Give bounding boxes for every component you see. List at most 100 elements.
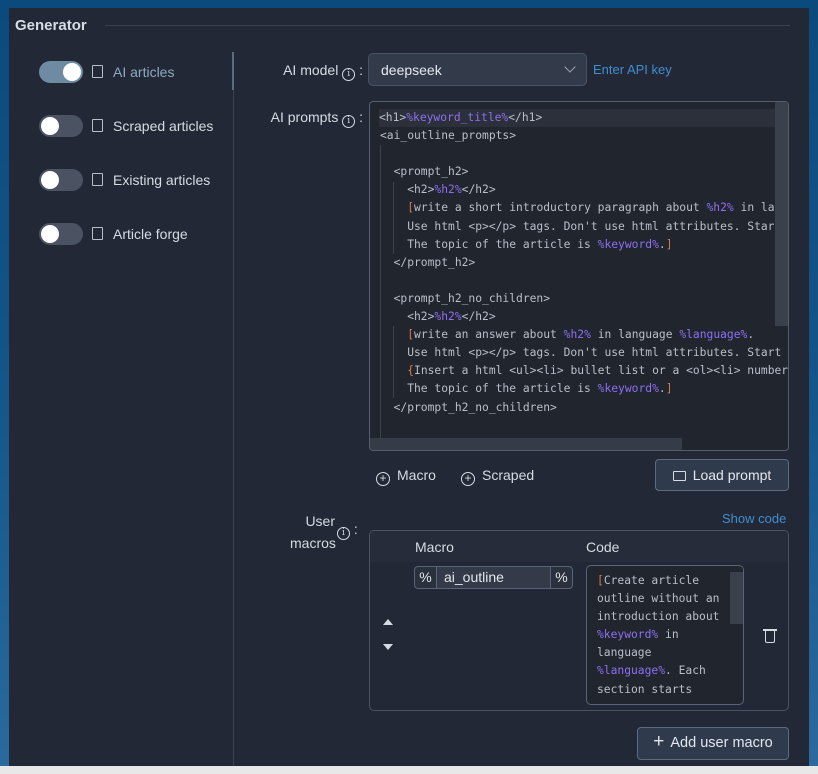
robot-icon <box>92 65 103 78</box>
code-line: [Create article <box>597 572 719 590</box>
user-macros-label-2: macros <box>290 535 336 551</box>
code-line: <h1>%keyword_title%</h1> <box>379 109 777 128</box>
ai-prompts-label-text: AI prompts <box>270 109 339 125</box>
move-up-icon[interactable] <box>383 619 393 625</box>
code-token: </prompt_h2> <box>380 255 476 269</box>
plus-circle-icon: + <box>376 472 390 486</box>
code-token: ] <box>665 237 673 251</box>
toggle-knob <box>63 63 81 81</box>
code-token: %keyword% <box>597 237 659 251</box>
show-code-link[interactable]: Show code <box>722 511 786 526</box>
plus-circle-icon: + <box>461 472 475 486</box>
insert-macro-button[interactable]: + Macro <box>376 467 436 486</box>
code-token: %h2% <box>563 328 591 342</box>
code-token: <h2> <box>380 183 435 197</box>
code-token: <h1> <box>379 111 407 124</box>
code-line: language <box>597 644 719 662</box>
code-token: <prompt_h2> <box>380 165 469 179</box>
toggle-knob <box>41 225 59 243</box>
horizontal-scrollbar[interactable] <box>370 438 682 450</box>
code-token: The topic of the article is <box>380 237 598 251</box>
info-icon[interactable]: i <box>342 68 356 81</box>
code-token: %h2% <box>434 183 462 197</box>
code-token: </h2> <box>461 310 496 324</box>
macro-code: [Create article outline without an introdu… <box>597 572 719 699</box>
code-line: Use html <p></p> tags. Don't use html at… <box>380 344 789 362</box>
code-line: Use html <p></p> tags. Don't use html at… <box>380 218 788 236</box>
info-icon[interactable]: i <box>337 527 350 540</box>
macro-code-editor[interactable]: [Create article outline without an introdu… <box>586 565 744 705</box>
toggle-label: Existing articles <box>113 172 211 188</box>
code-token: Use html <p></p> tags. Don't use html at… <box>380 346 789 360</box>
document-icon <box>92 173 103 186</box>
vertical-scrollbar[interactable] <box>730 572 743 624</box>
ai-model-label: AI model i : <box>240 62 363 81</box>
code-token: write an answer about <box>414 328 564 342</box>
code-line: The topic of the article is %keyword%.] <box>380 380 788 398</box>
code-token: Create article <box>603 574 700 587</box>
code-token: { <box>407 364 415 378</box>
trash-icon[interactable] <box>763 629 777 643</box>
code-line: [write an answer about %h2% in language … <box>380 326 788 344</box>
column-code: Code <box>586 539 620 555</box>
column-macro: Macro <box>415 539 454 555</box>
toggle-3[interactable] <box>39 223 83 245</box>
folder-icon <box>672 471 686 481</box>
info-icon[interactable]: i <box>342 115 356 128</box>
code-token: language <box>597 646 652 660</box>
code-token: [ <box>597 574 604 587</box>
code-token: . <box>658 382 666 396</box>
code-token: [ <box>407 201 415 215</box>
toggle-2[interactable] <box>39 169 83 191</box>
code-line: <ai_outline_prompts> <box>380 127 788 145</box>
code-token: %h2% <box>434 310 462 324</box>
code-line: introduction about <box>597 608 719 626</box>
code-token: . <box>658 237 666 251</box>
legend-divider <box>105 25 790 26</box>
load-prompt-label: Load prompt <box>692 467 772 483</box>
add-user-macro-button[interactable]: + Add user macro <box>637 727 789 760</box>
code-token: ] <box>665 382 673 396</box>
insert-scraped-button[interactable]: + Scraped <box>461 467 534 486</box>
vertical-divider <box>233 52 234 766</box>
code-line: </prompt_h2> <box>380 254 788 272</box>
toggle-label: Scraped articles <box>113 118 214 134</box>
code-line: <h2>%h2%</h2> <box>380 308 788 326</box>
code-token: <prompt_h2_no_children> <box>380 291 551 305</box>
code-line: {Insert a html <ul><li> bullet list or a… <box>380 362 788 380</box>
macro-name-input[interactable]: % ai_outline % <box>414 566 573 589</box>
toggle-label: Article forge <box>113 226 188 242</box>
table-header: Macro Code <box>370 531 788 562</box>
section-title: Generator <box>15 17 87 34</box>
colon: : <box>359 62 363 78</box>
code-token: %language% <box>679 328 748 342</box>
macro-name-value[interactable]: ai_outline <box>436 567 551 588</box>
bottom-strip <box>0 766 818 774</box>
enter-api-key-link[interactable]: Enter API key <box>593 62 672 77</box>
ai-model-select[interactable]: deepseek <box>368 53 587 86</box>
code-token: %keyword% <box>597 628 659 642</box>
vertical-scrollbar[interactable] <box>775 102 788 326</box>
code-line: <prompt_h2> <box>380 163 788 181</box>
active-indicator <box>232 52 234 90</box>
macro-prefix: % <box>419 569 432 585</box>
move-down-icon[interactable] <box>383 644 393 650</box>
scraped-label: Scraped <box>482 467 535 483</box>
document-icon <box>92 227 103 240</box>
code-token: </h1> <box>508 111 543 124</box>
code-line: </prompt_h2_no_children> <box>380 399 788 417</box>
code-token: write a short introductory paragraph abo… <box>414 201 707 215</box>
code-token: </prompt_h2_no_children> <box>380 400 557 414</box>
toggle-1[interactable] <box>39 115 83 137</box>
load-prompt-button[interactable]: Load prompt <box>655 459 789 491</box>
ai-prompts-editor[interactable]: <h1>%keyword_title%</h1> <ai_outline_prom… <box>369 101 789 451</box>
code-token: The topic of the article is <box>380 382 598 396</box>
add-user-macro-label: Add user macro <box>670 735 773 751</box>
colon: : <box>359 109 363 125</box>
toggle-0[interactable] <box>39 61 83 83</box>
